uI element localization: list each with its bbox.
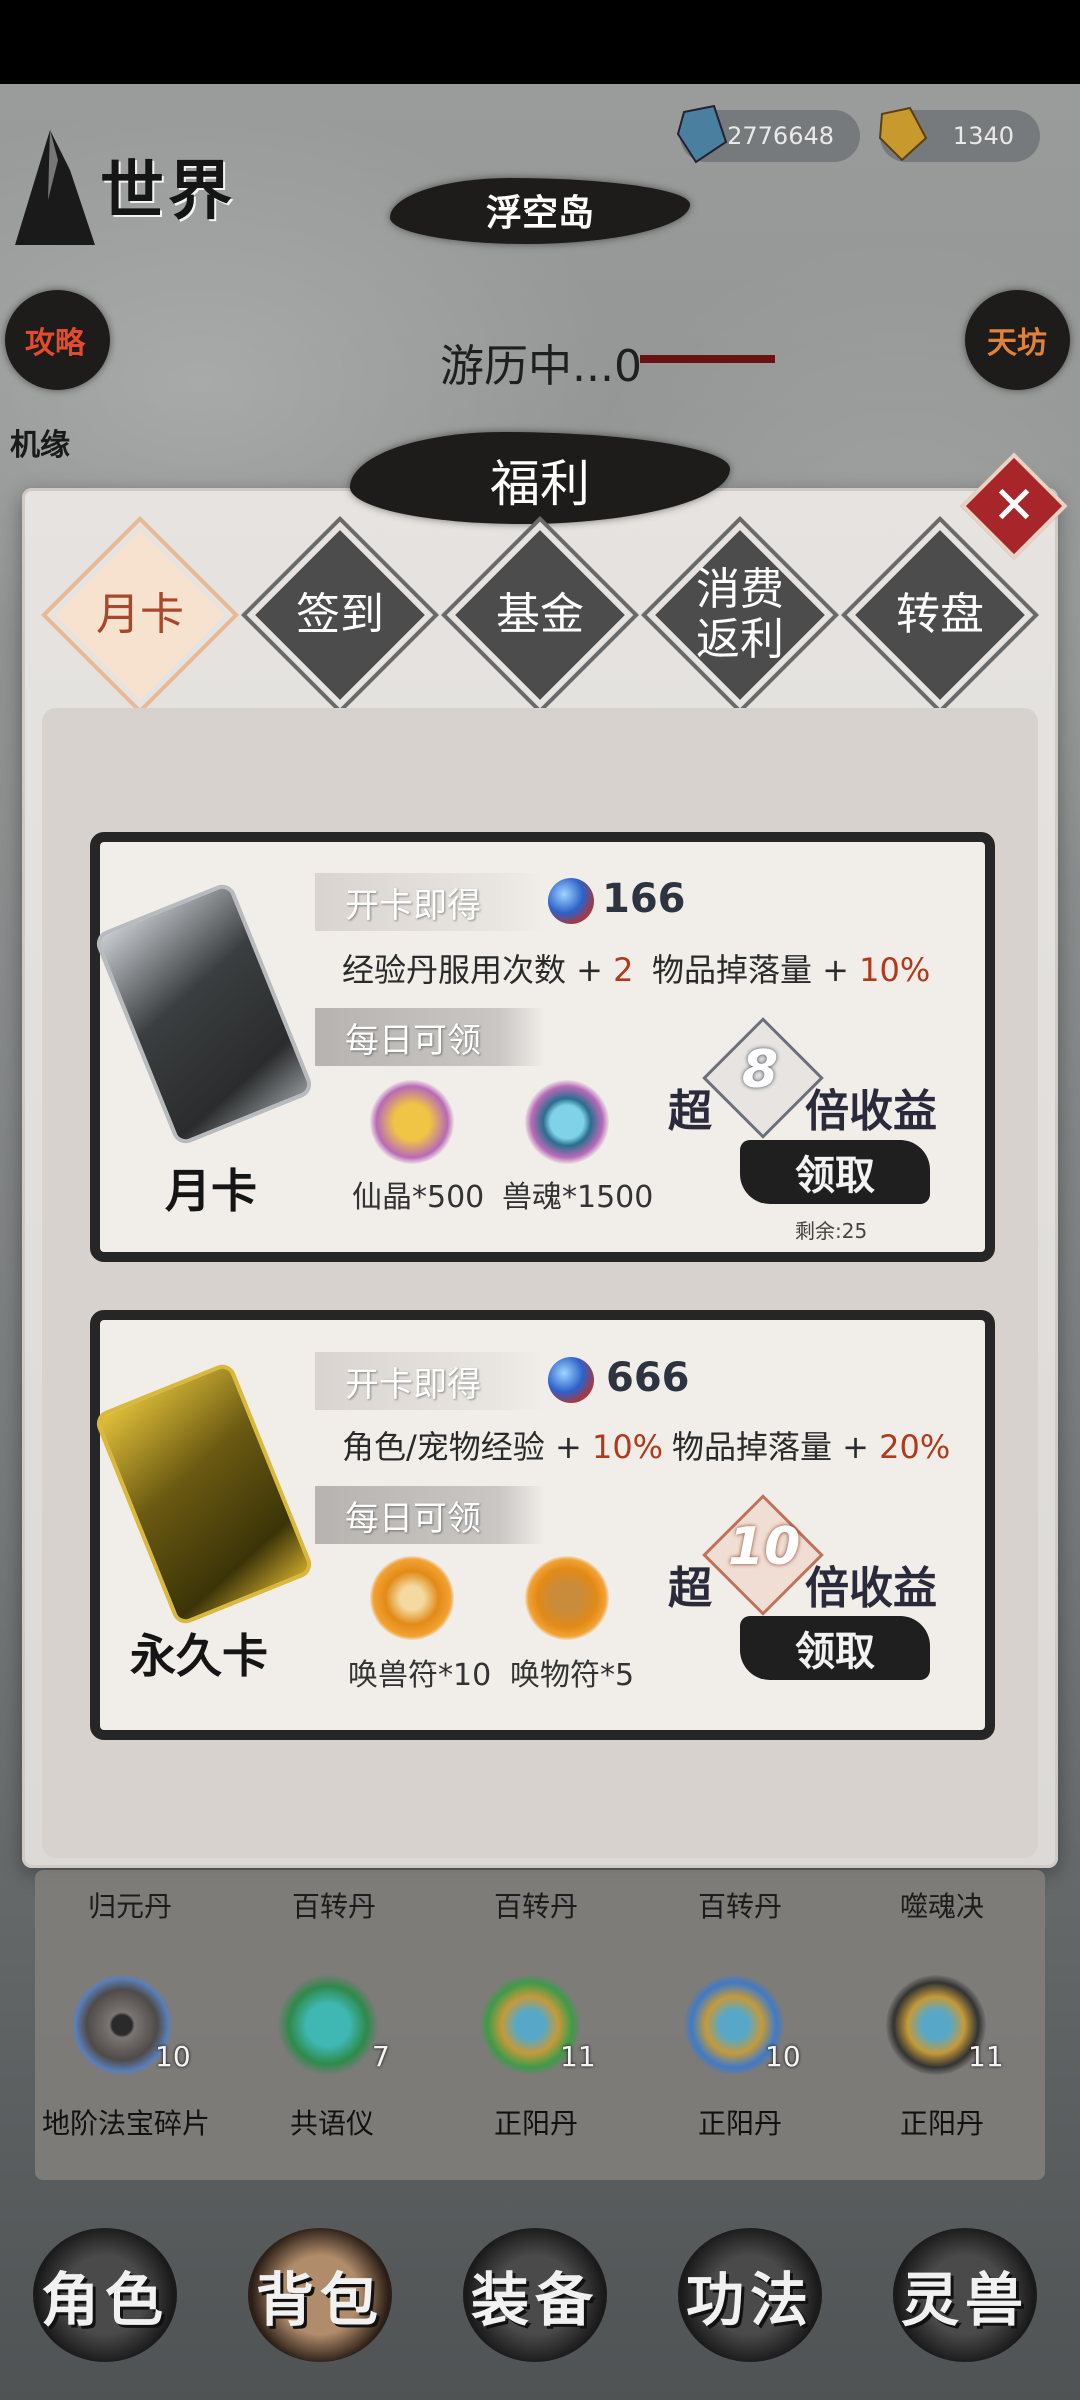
- nav-bag[interactable]: 背包: [240, 2220, 400, 2370]
- beast-soul-icon: [525, 1080, 609, 1164]
- world-title: 世界: [100, 154, 236, 229]
- nav-label: 灵兽: [900, 2266, 1029, 2334]
- gold-ingot-icon: [878, 106, 928, 162]
- item-count: 11: [968, 2040, 1004, 2073]
- status-bar: [0, 0, 1080, 84]
- guide-button[interactable]: 攻略: [0, 290, 110, 390]
- multiplier-suffix: 倍收益: [805, 1563, 937, 1614]
- multiplier-prefix: 超: [668, 1086, 712, 1137]
- mountain-logo-icon: [15, 130, 95, 245]
- stat-text: 经验丹服用次数 +: [342, 951, 614, 989]
- nav-spirit-beast[interactable]: 灵兽: [885, 2220, 1045, 2370]
- stat-text: 物品掉落量 +: [672, 1428, 880, 1466]
- instant-amount: 666: [606, 1355, 690, 1401]
- currency-crystal: 2776648: [676, 104, 860, 164]
- panel-title: 福利: [490, 455, 590, 513]
- gold-count: 1340: [952, 122, 1014, 150]
- spirit-orb-icon: [548, 1357, 594, 1403]
- nav-label: 背包: [255, 2266, 384, 2334]
- travel-status: 游历中...0: [440, 341, 642, 392]
- inventory-item-name[interactable]: 百转丹: [494, 1885, 578, 1925]
- nav-skills[interactable]: 功法: [670, 2220, 830, 2370]
- stat-exp-pill: 经验丹服用次数 + 2: [342, 945, 634, 991]
- daily-item-label: 兽魂*1500: [502, 1180, 654, 1215]
- instant-amount: 166: [602, 876, 686, 922]
- tab-label: 转盘: [896, 589, 984, 640]
- item-count: 10: [765, 2040, 801, 2073]
- crystal-count: 2776648: [727, 122, 834, 150]
- travel-progress-bar: [640, 355, 775, 363]
- daily-reward-label: 每日可领: [315, 1486, 545, 1544]
- inventory-item-name[interactable]: 归元丹: [88, 1885, 172, 1925]
- multiplier-value: 10: [728, 1517, 801, 1577]
- inventory-item-name: 共语仪: [290, 2107, 375, 2140]
- stat-text: 角色/宠物经验 +: [342, 1428, 592, 1466]
- tab-fund[interactable]: 基金: [450, 530, 630, 700]
- spirit-crystal-icon: [676, 104, 728, 164]
- instant-reward-label: 开卡即得: [315, 1352, 545, 1410]
- remaining-days: 剩余:25: [795, 1219, 868, 1243]
- nav-label: 角色: [40, 2266, 169, 2334]
- currency-gold: 1340: [878, 106, 1040, 162]
- tab-spend-rebate[interactable]: 消费 返利: [650, 530, 830, 700]
- resonator-icon[interactable]: [278, 1975, 378, 2075]
- multiplier-value: 8: [742, 1040, 779, 1100]
- multiplier-suffix: 倍收益: [805, 1086, 937, 1137]
- tab-label: 消费 返利: [696, 564, 784, 665]
- market-button[interactable]: 天坊: [962, 290, 1072, 390]
- nav-label: 功法: [685, 2266, 814, 2334]
- tab-monthly-card[interactable]: 月卡: [50, 530, 230, 700]
- chance-button[interactable]: 机缘: [10, 420, 70, 464]
- beast-talisman-icon: [370, 1556, 454, 1640]
- stat-exp: 角色/宠物经验 + 10%: [342, 1422, 663, 1468]
- nav-equipment[interactable]: 装备: [455, 2220, 615, 2370]
- tab-label: 月卡: [96, 589, 184, 640]
- stat-drop: 物品掉落量 + 10%: [652, 945, 930, 991]
- card-name: 月卡: [165, 1164, 257, 1218]
- card-name: 永久卡: [130, 1629, 268, 1683]
- nav-character[interactable]: 角色: [25, 2220, 185, 2370]
- close-icon[interactable]: ✕: [976, 468, 1052, 544]
- tab-sign-in[interactable]: 签到: [250, 530, 430, 700]
- inventory-item-name: 正阳丹: [900, 2107, 985, 2140]
- claim-button[interactable]: 领取: [740, 1616, 930, 1680]
- inventory-item-name[interactable]: 噬魂决: [900, 1885, 984, 1925]
- inventory-item-name: 地阶法宝碎片: [42, 2107, 211, 2140]
- location-label[interactable]: 浮空岛: [390, 175, 690, 245]
- item-count: 11: [560, 2040, 596, 2073]
- inventory-item-name: 正阳丹: [698, 2107, 783, 2140]
- instant-reward-label: 开卡即得: [315, 873, 545, 931]
- spirit-orb-icon: [548, 878, 594, 924]
- stat-value: 20%: [879, 1428, 951, 1466]
- item-count: 7: [372, 2040, 390, 2073]
- daily-item-label: 唤物符*5: [510, 1658, 635, 1693]
- daily-reward-label: 每日可领: [315, 1008, 545, 1066]
- stat-value: 10%: [591, 1428, 664, 1466]
- tab-label: 签到: [296, 589, 384, 640]
- inventory-item-name[interactable]: 百转丹: [292, 1885, 376, 1925]
- daily-item-label: 唤兽符*10: [348, 1658, 492, 1693]
- tab-wheel[interactable]: 转盘: [850, 530, 1030, 700]
- inventory-item-name: 正阳丹: [494, 2107, 579, 2140]
- inventory-item-name[interactable]: 百转丹: [698, 1885, 782, 1925]
- nav-label: 装备: [470, 2266, 599, 2334]
- multiplier-prefix: 超: [668, 1563, 712, 1614]
- item-count: 10: [155, 2040, 191, 2073]
- daily-item-label: 仙晶*500: [352, 1180, 485, 1215]
- item-talisman-icon: [525, 1556, 609, 1640]
- gold-crystal-icon: [370, 1080, 454, 1164]
- stat-value: 2: [613, 951, 634, 989]
- stat-drop: 物品掉落量 + 20%: [672, 1422, 950, 1468]
- tab-label: 基金: [496, 589, 584, 640]
- claim-button[interactable]: 领取: [740, 1140, 930, 1204]
- stat-value: 10%: [859, 951, 931, 989]
- stat-text: 物品掉落量 +: [652, 951, 860, 989]
